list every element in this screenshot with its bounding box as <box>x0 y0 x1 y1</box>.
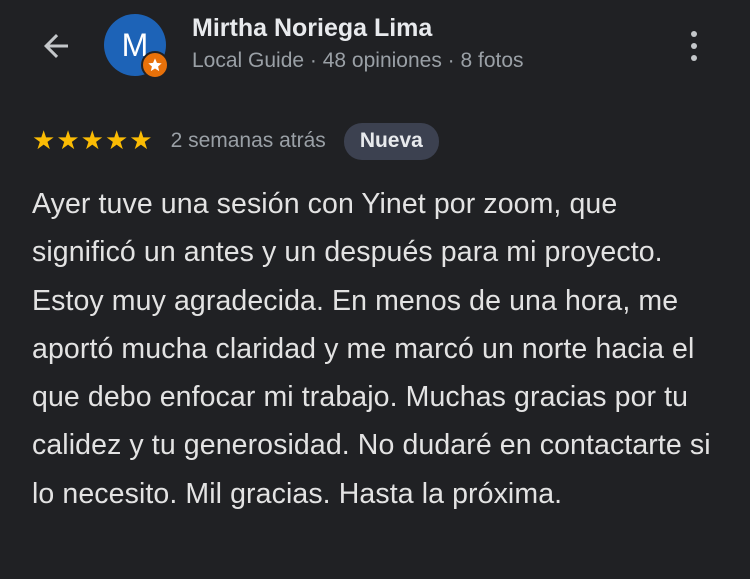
rating-row: ★ ★ ★ ★ ★ 2 semanas atrás Nueva <box>32 120 439 162</box>
star-icon: ★ <box>80 126 104 156</box>
review-text: Ayer tuve una sesión con Yinet por zoom,… <box>32 188 711 510</box>
more-vertical-icon-dot <box>691 55 697 61</box>
star-rating: ★ ★ ★ ★ ★ <box>32 128 153 154</box>
arrow-back-icon <box>44 34 68 58</box>
more-vertical-icon-dot <box>691 43 697 49</box>
more-options-button[interactable] <box>676 24 712 68</box>
star-icon: ★ <box>56 126 80 156</box>
new-badge: Nueva <box>343 122 439 160</box>
local-guide-star-icon <box>148 58 162 72</box>
review-header: M Mirtha Noriega Lima Local Guide · 48 o… <box>0 0 750 100</box>
star-icon: ★ <box>129 126 153 156</box>
user-name[interactable]: Mirtha Noriega Lima <box>192 14 432 43</box>
star-icon: ★ <box>104 126 129 156</box>
more-vertical-icon <box>691 31 697 37</box>
user-meta: Local Guide · 48 opiniones · 8 fotos <box>192 49 524 72</box>
local-guide-badge <box>141 51 169 79</box>
review-time: 2 semanas atrás <box>170 129 326 152</box>
star-icon: ★ <box>32 126 56 156</box>
back-button[interactable] <box>34 26 78 66</box>
